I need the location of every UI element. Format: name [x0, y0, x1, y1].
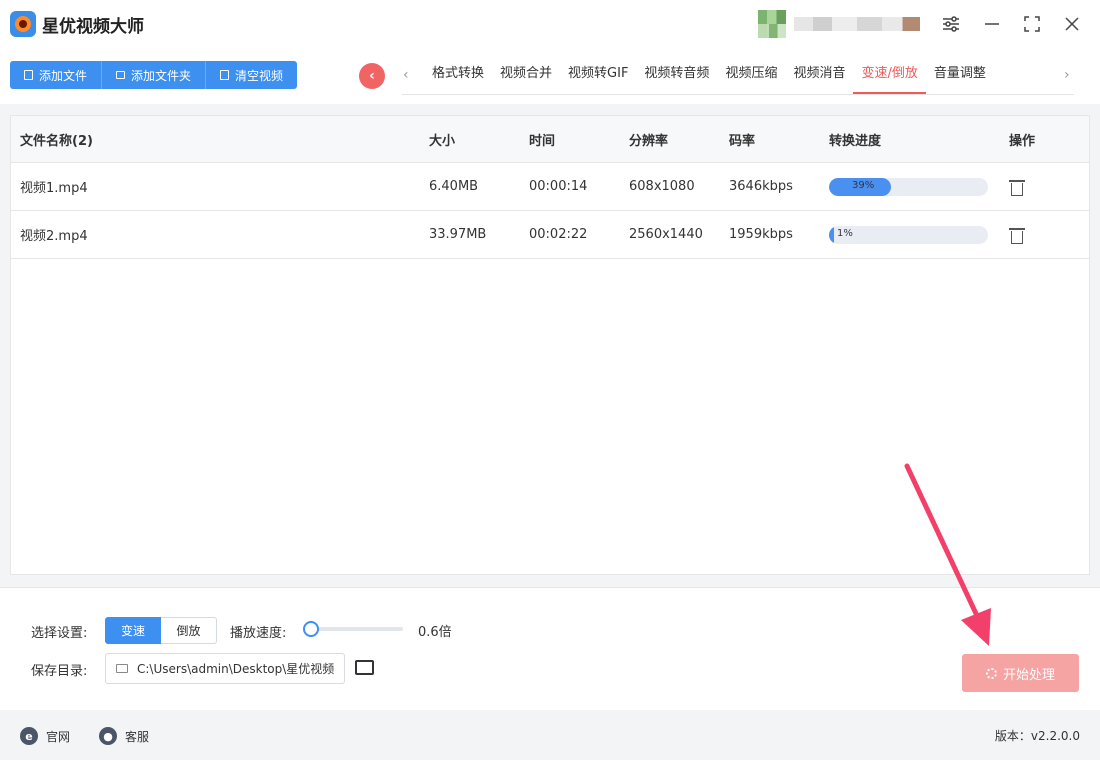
header-time: 时间 — [529, 133, 556, 149]
loading-spinner-icon — [985, 667, 997, 679]
file-name: 视频2.mp4 — [20, 229, 88, 244]
app-title: 星优视频大师 — [42, 17, 144, 37]
table-row[interactable]: 视频2.mp4 33.97MB 00:02:22 2560x1440 1959k… — [11, 211, 1089, 259]
progress-cell: 39% — [829, 163, 988, 210]
file-resolution: 608x1080 — [629, 179, 695, 194]
file-duration: 00:02:22 — [529, 227, 588, 242]
tabs-divider — [402, 94, 1074, 95]
save-dir-label: 保存目录: — [31, 664, 88, 679]
file-resolution: 2560x1440 — [629, 227, 703, 242]
progress-label: 1% — [837, 227, 853, 239]
tab-speed-reverse[interactable]: 变速/倒放 — [853, 58, 926, 94]
mode-toggle: 变速 倒放 — [105, 617, 217, 644]
save-path-field[interactable]: C:\Users\admin\Desktop\星优视频 — [105, 653, 345, 684]
version-text: 版本：v2.2.0.0 — [994, 729, 1080, 743]
app-logo-icon — [10, 11, 36, 37]
delete-cell — [1009, 163, 1025, 210]
website-link[interactable]: e 官网 — [20, 727, 70, 745]
function-tabs: 格式转换 视频合并 视频转GIF 视频转音频 视频压缩 视频消音 变速/倒放 音… — [424, 58, 994, 96]
table-header: 文件名称(2) 大小 时间 分辨率 码率 转换进度 操作 — [11, 116, 1089, 163]
speed-value: 0.6倍 — [418, 625, 452, 640]
header-progress: 转换进度 — [829, 133, 882, 149]
file-icon — [24, 70, 33, 80]
website-e-icon: e — [20, 727, 38, 745]
tabs-scroll-left-icon[interactable]: ‹ — [403, 67, 409, 83]
progress-cell: 1% — [829, 211, 988, 258]
header-name: 文件名称(2) — [20, 133, 93, 149]
file-bitrate: 3646kbps — [729, 179, 793, 194]
file-name: 视频1.mp4 — [20, 181, 88, 196]
support-link[interactable]: ● 客服 — [99, 727, 149, 745]
progress-label: 39% — [852, 179, 875, 191]
progress-bar: 1% — [829, 225, 988, 244]
tab-video-to-gif[interactable]: 视频转GIF — [560, 58, 636, 94]
mode-reverse-button[interactable]: 倒放 — [161, 617, 217, 644]
header-size: 大小 — [429, 133, 456, 149]
tabs-scroll-right-icon[interactable]: › — [1064, 67, 1070, 83]
file-size: 33.97MB — [429, 227, 487, 242]
tab-format-convert[interactable]: 格式转换 — [424, 58, 492, 94]
mode-speed-button[interactable]: 变速 — [105, 617, 161, 644]
table-row[interactable]: 视频1.mp4 6.40MB 00:00:14 608x1080 3646kbp… — [11, 163, 1089, 211]
tab-volume-adjust[interactable]: 音量调整 — [926, 58, 994, 94]
settings-sliders-icon[interactable] — [939, 12, 963, 36]
file-size: 6.40MB — [429, 179, 479, 194]
pointer-arrow-annotation — [904, 463, 991, 646]
mode-label: 选择设置: — [31, 626, 88, 641]
user-name-blurred[interactable] — [794, 17, 920, 31]
tab-video-mute[interactable]: 视频消音 — [785, 58, 853, 94]
open-folder-icon[interactable] — [355, 660, 374, 675]
speed-label: 播放速度: — [230, 626, 287, 641]
tab-video-compress[interactable]: 视频压缩 — [717, 58, 785, 94]
user-avatar[interactable] — [758, 10, 786, 38]
add-file-button[interactable]: 添加文件 — [10, 61, 103, 89]
file-duration: 00:00:14 — [529, 179, 588, 194]
delete-cell — [1009, 211, 1025, 258]
title-bar: 星优视频大师 — [0, 0, 1100, 48]
speed-slider-handle[interactable] — [303, 621, 319, 637]
header-resolution: 分辨率 — [629, 133, 669, 149]
tab-video-to-audio[interactable]: 视频转音频 — [636, 58, 717, 94]
file-bitrate: 1959kbps — [729, 227, 793, 242]
tab-video-merge[interactable]: 视频合并 — [492, 58, 560, 94]
folder-icon — [116, 71, 126, 79]
speed-slider-track[interactable] — [311, 627, 403, 631]
toolbar: 添加文件 添加文件夹 清空视频 ‹ ‹ 格式转换 视频合并 视频转GIF 视频转… — [0, 48, 1100, 104]
delete-trash-icon[interactable] — [1009, 226, 1025, 244]
add-folder-button[interactable]: 添加文件夹 — [102, 61, 207, 89]
folder-icon — [116, 664, 128, 673]
maximize-icon[interactable] — [1020, 12, 1044, 36]
progress-bar: 39% — [829, 177, 988, 196]
header-action: 操作 — [1009, 133, 1036, 149]
save-path-value: C:\Users\admin\Desktop\星优视频 — [137, 662, 335, 676]
status-bar: e 官网 ● 客服 版本：v2.2.0.0 — [0, 711, 1100, 760]
close-icon[interactable] — [1060, 12, 1084, 36]
progress-fill — [829, 225, 834, 244]
trash-icon — [220, 70, 230, 80]
chat-bubble-icon: ● — [99, 727, 117, 745]
file-button-group: 添加文件 添加文件夹 清空视频 — [10, 61, 298, 89]
delete-trash-icon[interactable] — [1009, 178, 1025, 196]
clear-videos-button[interactable]: 清空视频 — [206, 61, 298, 89]
back-arrow-icon[interactable]: ‹ — [359, 63, 385, 89]
minimize-icon[interactable] — [980, 12, 1004, 36]
header-bitrate: 码率 — [729, 133, 756, 149]
